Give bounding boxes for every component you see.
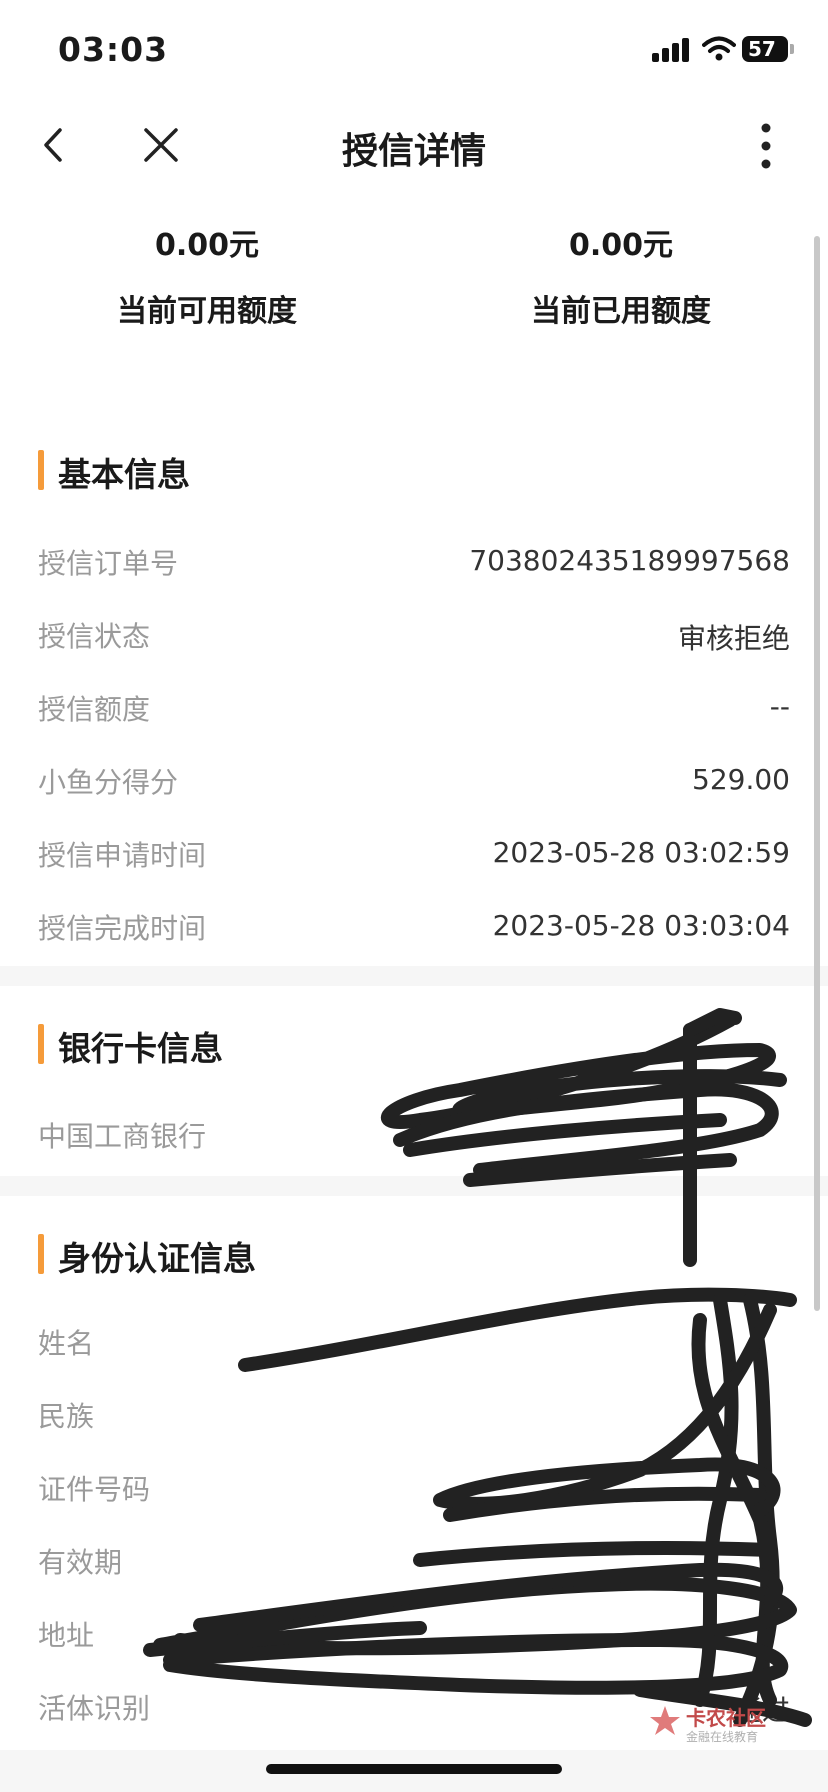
- info-row-validity: 有效期: [38, 1541, 790, 1585]
- row-label: 有效期: [38, 1546, 123, 1579]
- available-credit: 0.00元 当前可用额度: [0, 220, 414, 330]
- row-label: 授信申请时间: [38, 839, 207, 872]
- nav-bar: 授信详情: [0, 100, 828, 190]
- status-bar: 03:03 57: [0, 0, 828, 100]
- watermark: 卡农社区 金融在线教育: [648, 1700, 798, 1746]
- info-row-apply-time: 授信申请时间 2023-05-28 03:02:59: [38, 834, 790, 878]
- info-row-bank: 中国工商银行: [38, 1115, 790, 1159]
- row-label: 民族: [38, 1400, 95, 1433]
- page-title: 授信详情: [341, 131, 486, 172]
- basic-info-title: 基本信息: [58, 455, 190, 494]
- watermark-brand: 卡农社区: [686, 1706, 766, 1730]
- battery-tip: [790, 44, 794, 54]
- row-label: 授信额度: [38, 693, 151, 726]
- row-value: --: [769, 690, 790, 723]
- row-label: 小鱼分得分: [38, 766, 179, 799]
- battery-icon: 57: [742, 36, 788, 62]
- row-value: 审核拒绝: [677, 622, 790, 655]
- row-label: 授信订单号: [38, 547, 179, 580]
- watermark-slogan: 金融在线教育: [686, 1730, 759, 1744]
- watermark-logo-icon: [650, 1706, 680, 1735]
- info-row-id-number: 证件号码: [38, 1468, 790, 1512]
- more-vertical-icon[interactable]: [746, 118, 786, 174]
- section-accent-bar: [38, 450, 44, 490]
- used-credit-value: 0.00元: [568, 228, 674, 263]
- available-credit-label: 当前可用额度: [117, 294, 297, 329]
- info-row-ethnicity: 民族: [38, 1395, 790, 1439]
- identity-info-title: 身份认证信息: [58, 1239, 256, 1278]
- section-accent-bar: [38, 1234, 44, 1274]
- credit-detail-page: 03:03 57 授信详情 0.00元 当前可用额度 0.00元 当前已用额度 …: [0, 0, 828, 1792]
- info-row-order-number: 授信订单号 703802435189997568: [38, 542, 790, 586]
- used-credit-label: 当前已用额度: [531, 294, 711, 329]
- wifi-icon: [702, 36, 736, 61]
- info-row-name: 姓名: [38, 1322, 790, 1366]
- scrollbar[interactable]: [814, 236, 820, 1311]
- used-credit: 0.00元 当前已用额度: [414, 220, 828, 330]
- available-credit-value: 0.00元: [154, 228, 260, 263]
- row-label: 活体识别: [38, 1692, 151, 1725]
- section-divider: [0, 966, 828, 986]
- row-value: 2023-05-28 03:03:04: [492, 909, 790, 942]
- info-row-status: 授信状态 审核拒绝: [38, 615, 790, 659]
- section-accent-bar: [38, 1024, 44, 1064]
- home-indicator[interactable]: [266, 1764, 562, 1774]
- credit-summary: 0.00元 当前可用额度 0.00元 当前已用额度: [0, 200, 828, 350]
- info-row-credit-limit: 授信额度 --: [38, 688, 790, 732]
- cellular-signal-icon: [652, 38, 692, 62]
- row-label: 证件号码: [38, 1473, 151, 1506]
- row-label: 授信完成时间: [38, 912, 207, 945]
- row-label: 中国工商银行: [38, 1120, 207, 1153]
- row-value: 703802435189997568: [469, 544, 790, 577]
- row-value: 529.00: [692, 763, 790, 796]
- info-row-score: 小鱼分得分 529.00: [38, 761, 790, 805]
- status-time: 03:03: [58, 30, 169, 69]
- row-value: 2023-05-28 03:02:59: [492, 836, 790, 869]
- row-label: 授信状态: [38, 620, 151, 653]
- info-row-complete-time: 授信完成时间 2023-05-28 03:03:04: [38, 907, 790, 951]
- row-label: 地址: [38, 1619, 95, 1652]
- section-divider: [0, 1176, 828, 1196]
- row-label: 姓名: [38, 1327, 95, 1360]
- info-row-address: 地址: [38, 1614, 790, 1658]
- bank-info-title: 银行卡信息: [58, 1029, 223, 1068]
